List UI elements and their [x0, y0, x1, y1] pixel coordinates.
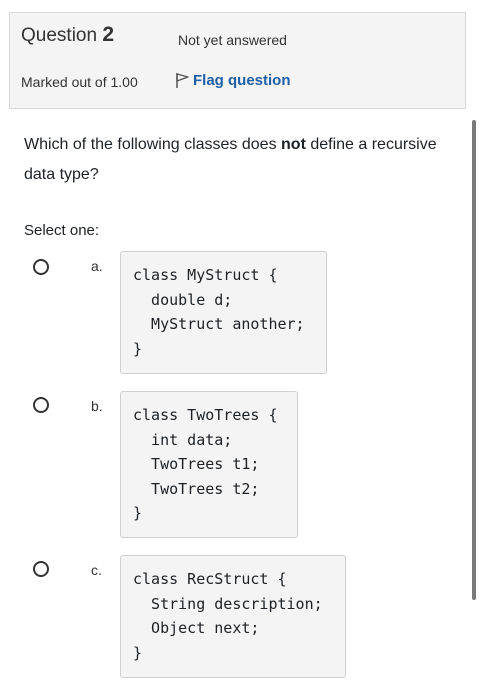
flag-outline-icon: [174, 71, 190, 89]
option-c-code[interactable]: class RecStruct { String description; Ob…: [120, 555, 346, 678]
code-line: int data;: [133, 430, 233, 449]
question-text: Which of the following classes does not …: [24, 130, 444, 190]
question-text-bold: not: [281, 136, 306, 153]
question-state: Not yet answered: [178, 32, 287, 48]
code-line: }: [133, 504, 143, 522]
flag-question-button[interactable]: Flag question: [174, 71, 291, 89]
question-info-box: Question 2 Not yet answered Marked out o…: [9, 12, 466, 109]
option-c-radio[interactable]: [33, 561, 49, 577]
code-line: Object next;: [133, 619, 260, 637]
option-c-letter: c.: [91, 562, 102, 578]
question-grade: Marked out of 1.00: [21, 74, 138, 90]
code-line: MyStruct another;: [133, 315, 305, 333]
code-line: double d;: [133, 290, 233, 309]
code-line: TwoTrees t2;: [133, 479, 260, 498]
flag-question-label: Flag question: [193, 71, 291, 89]
code-line: class RecStruct {: [133, 570, 287, 588]
select-one-prompt: Select one:: [24, 222, 100, 239]
option-a-radio[interactable]: [33, 259, 49, 275]
code-line: class TwoTrees {: [133, 406, 278, 424]
question-title: Question 2: [21, 23, 114, 47]
option-b-code[interactable]: class TwoTrees { int data; TwoTrees t1; …: [120, 391, 298, 538]
option-b-radio[interactable]: [33, 397, 49, 413]
code-line: }: [133, 643, 143, 662]
question-text-before: Which of the following classes does: [24, 136, 282, 153]
option-a-letter: a.: [91, 258, 103, 274]
question-number: 2: [102, 23, 115, 46]
scrollbar[interactable]: [472, 120, 476, 600]
code-line: TwoTrees t1;: [133, 455, 260, 473]
option-a-code[interactable]: class MyStruct { double d; MyStruct anot…: [120, 251, 327, 374]
code-line: class MyStruct {: [133, 266, 278, 284]
question-word: Question: [21, 25, 98, 46]
code-line: String description;: [133, 594, 323, 613]
option-b-letter: b.: [91, 398, 103, 414]
code-line: }: [133, 339, 143, 358]
